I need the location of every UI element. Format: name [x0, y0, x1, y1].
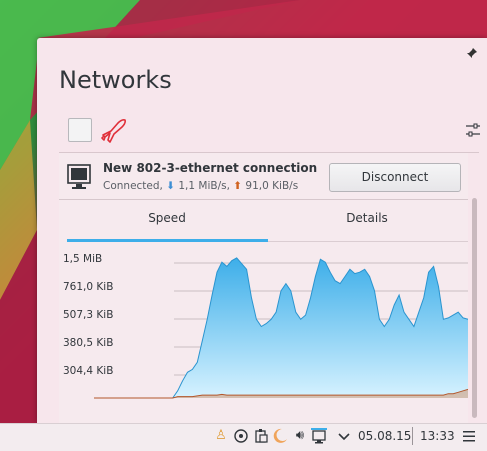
clock-time[interactable]: 13:33	[420, 429, 455, 443]
download-speed: 1,1 MiB/s,	[175, 180, 234, 192]
airplane-mode-icon[interactable]	[101, 117, 129, 143]
connection-item: New 802-3-ethernet connection Connected,…	[59, 152, 479, 424]
wired-connection-icon	[67, 164, 91, 189]
tab-speed[interactable]: Speed	[67, 211, 267, 225]
download-area	[94, 257, 468, 398]
clipboard-icon[interactable]	[253, 428, 269, 444]
scrollbar[interactable]	[471, 198, 479, 418]
networks-popup: Networks New 802-3-ethernet connection C…	[37, 38, 487, 424]
taskbar-panel: ♙ 🔊︎ 05.08.15 13:33	[0, 423, 487, 451]
upload-speed: 91,0 KiB/s	[242, 180, 299, 192]
clock-separator	[412, 427, 413, 445]
night-color-icon[interactable]	[272, 428, 288, 444]
user-icon[interactable]: ♙	[213, 428, 229, 444]
hamburger-menu-icon[interactable]	[462, 428, 476, 444]
y-tick-label: 304,4 KiB	[63, 365, 113, 377]
active-tab-indicator	[67, 239, 268, 242]
volume-icon[interactable]: 🔊︎	[292, 428, 308, 444]
disconnect-button[interactable]: Disconnect	[329, 163, 461, 192]
divider	[59, 199, 468, 200]
status-label: Connected,	[103, 180, 167, 192]
wifi-enable-checkbox[interactable]	[68, 118, 92, 142]
popup-title: Networks	[59, 66, 172, 94]
connection-name: New 802-3-ethernet connection	[103, 161, 318, 175]
y-tick-label: 1,5 MiB	[63, 253, 102, 265]
network-wired-icon[interactable]	[311, 428, 327, 444]
chevron-down-icon[interactable]	[336, 428, 352, 444]
upload-arrow-icon: ⬆	[233, 180, 243, 192]
configure-icon[interactable]	[465, 122, 481, 138]
y-tick-label: 380,5 KiB	[63, 337, 113, 349]
download-arrow-icon: ⬇	[166, 180, 176, 192]
clock-date[interactable]: 05.08.15	[358, 429, 411, 443]
tab-details[interactable]: Details	[267, 211, 467, 225]
toolbar	[68, 117, 480, 143]
pin-icon[interactable]	[467, 48, 477, 61]
y-tick-label: 507,3 KiB	[63, 309, 113, 321]
connection-card: New 802-3-ethernet connection Connected,…	[59, 153, 468, 424]
speed-chart: 1,5 MiB 761,0 KiB 507,3 KiB 380,5 KiB 304,4 …	[63, 253, 468, 399]
y-tick-label: 761,0 KiB	[63, 281, 113, 293]
connection-status: Connected, ⬇ 1,1 MiB/s, ⬆ 91,0 KiB/s	[103, 180, 298, 192]
media-disc-icon[interactable]	[233, 428, 249, 444]
scrollbar-thumb[interactable]	[472, 198, 477, 418]
